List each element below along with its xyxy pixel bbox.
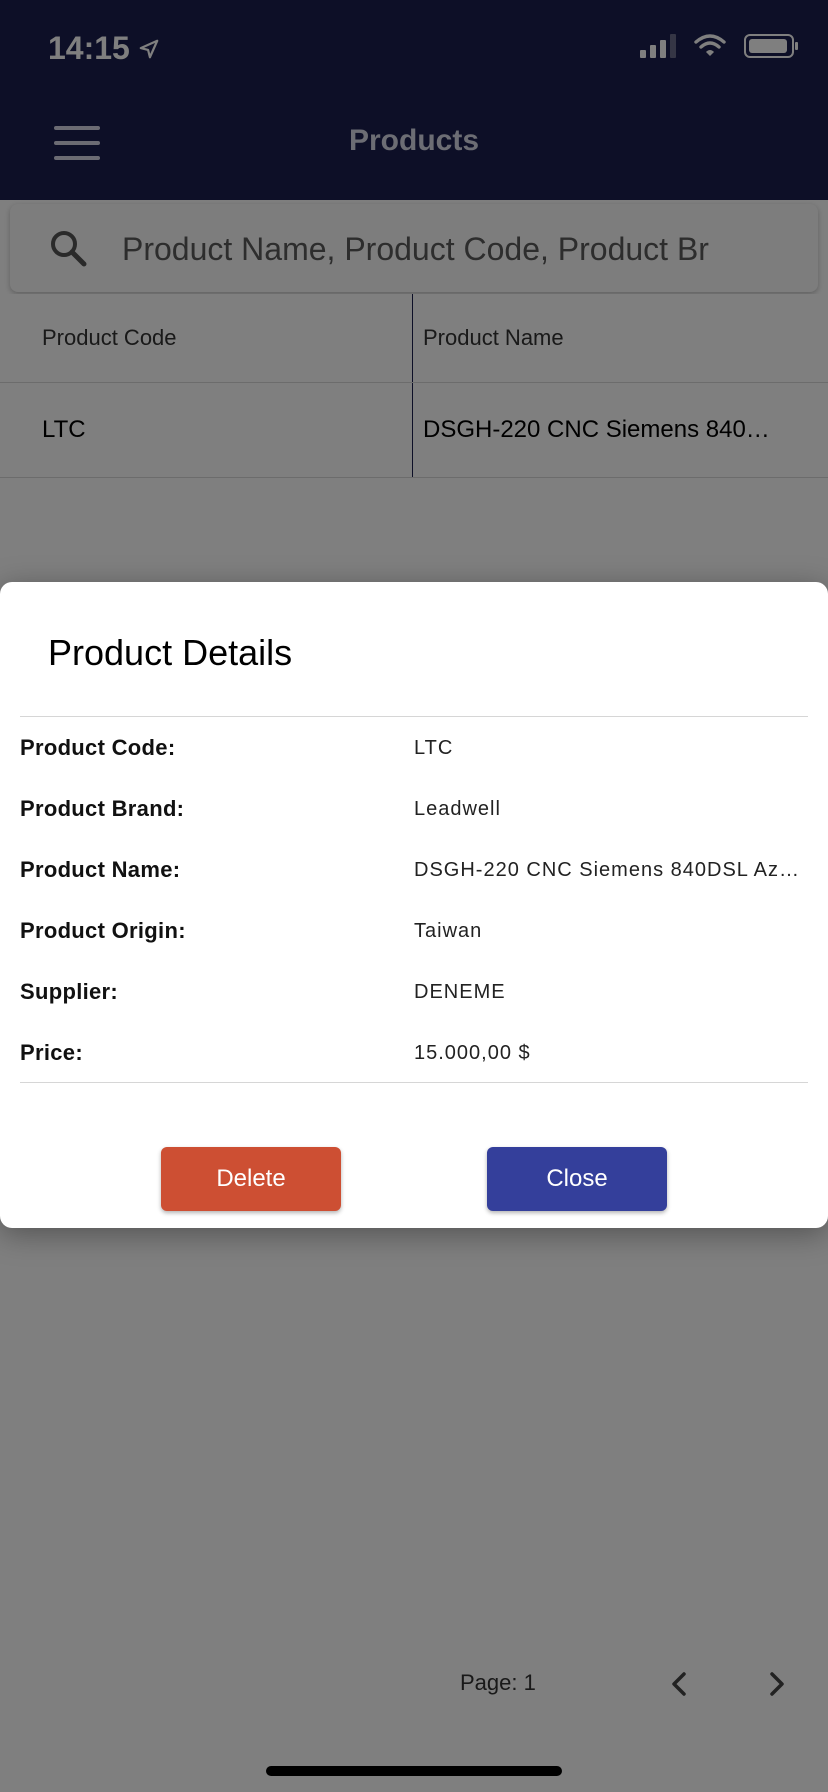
detail-label: Supplier: bbox=[20, 979, 119, 1004]
detail-value: LTC bbox=[414, 736, 454, 759]
product-details-dialog: Product Details Product Code: LTC Produc… bbox=[0, 582, 828, 1228]
detail-label: Product Name: bbox=[20, 857, 181, 882]
home-indicator bbox=[266, 1766, 562, 1776]
detail-label: Product Origin: bbox=[20, 918, 186, 943]
detail-row-product-origin: Product Origin: Taiwan bbox=[20, 911, 808, 951]
detail-value: DSGH-220 CNC Siemens 840DSL Az… bbox=[414, 858, 800, 881]
divider bbox=[20, 1082, 808, 1083]
app-screen: 14:15 Products bbox=[0, 0, 828, 1792]
detail-row-price: Price: 15.000,00 $ bbox=[20, 1033, 808, 1073]
detail-label: Product Brand: bbox=[20, 796, 185, 821]
divider bbox=[20, 716, 808, 717]
detail-label: Product Code: bbox=[20, 735, 176, 760]
close-button[interactable]: Close bbox=[487, 1147, 667, 1211]
detail-value: 15.000,00 $ bbox=[414, 1041, 531, 1064]
detail-row-supplier: Supplier: DENEME bbox=[20, 972, 808, 1012]
detail-value: DENEME bbox=[414, 980, 506, 1003]
detail-label: Price: bbox=[20, 1040, 83, 1065]
detail-row-product-code: Product Code: LTC bbox=[20, 728, 808, 768]
detail-value: Taiwan bbox=[414, 919, 483, 942]
delete-button[interactable]: Delete bbox=[161, 1147, 341, 1211]
dialog-title: Product Details bbox=[48, 632, 293, 673]
detail-row-product-name: Product Name: DSGH-220 CNC Siemens 840DS… bbox=[20, 850, 808, 890]
detail-row-product-brand: Product Brand: Leadwell bbox=[20, 789, 808, 829]
detail-value: Leadwell bbox=[414, 797, 501, 820]
